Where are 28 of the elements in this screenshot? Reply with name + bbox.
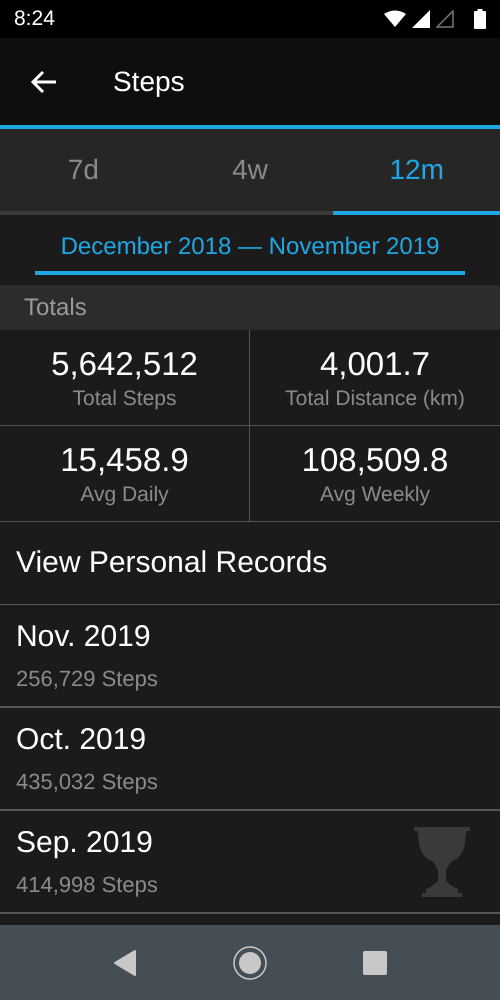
- screen-title: Steps: [113, 66, 185, 98]
- month-row[interactable]: Nov. 2019 256,729 Steps: [0, 605, 500, 708]
- month-name: Oct. 2019: [16, 722, 148, 756]
- stat-value: 15,458.9: [60, 440, 189, 478]
- stat-value: 5,642,512: [51, 344, 198, 382]
- stat-label: Total Steps: [72, 386, 176, 410]
- stat-label: Avg Weekly: [320, 482, 430, 506]
- battery-icon: [474, 9, 486, 29]
- month-steps: 435,032 Steps: [16, 768, 158, 794]
- stat-value: 4,001.7: [320, 344, 430, 382]
- month-name: Nov. 2019: [16, 620, 152, 654]
- wifi-icon: [384, 10, 406, 28]
- month-row[interactable]: Oct. 2019 435,032 Steps: [0, 708, 500, 811]
- nav-recents-icon[interactable]: [363, 950, 387, 974]
- personal-records-link[interactable]: View Personal Records: [0, 522, 500, 605]
- status-time: 8:24: [14, 7, 55, 31]
- month-steps: 256,729 Steps: [16, 666, 158, 692]
- stat-label: Avg Daily: [80, 482, 169, 506]
- nav-home-icon[interactable]: [232, 944, 268, 980]
- nav-back-icon[interactable]: [113, 950, 137, 976]
- month-steps: 414,998 Steps: [16, 872, 158, 898]
- date-range[interactable]: December 2018 — November 2019: [34, 225, 466, 275]
- month-name: Sep. 2019: [16, 826, 154, 860]
- totals-header: Totals: [0, 285, 500, 330]
- stat-value: 108,509.8: [302, 440, 448, 478]
- signal-empty-icon: [436, 10, 454, 28]
- stat-label: Total Distance (km): [285, 386, 465, 410]
- signal-icon: [412, 10, 430, 28]
